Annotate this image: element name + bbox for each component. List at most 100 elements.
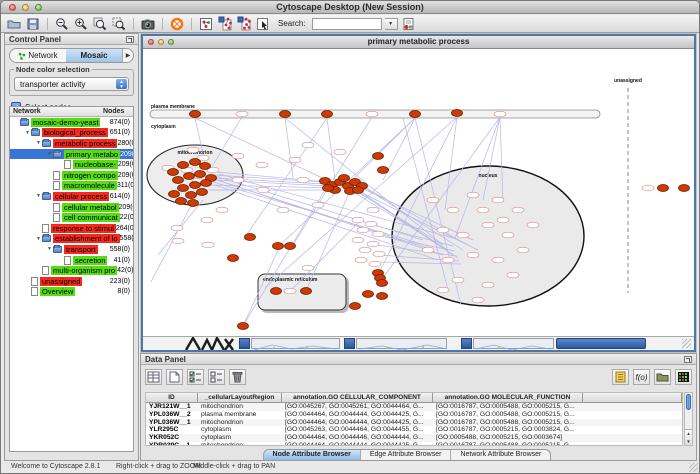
table-row[interactable]: YKR052Ccytoplasm[GO:0044464, GO:0044446,… — [146, 434, 682, 442]
table-cell[interactable]: [GO:0045267, GO:0045261, GO:0044464, G..… — [282, 403, 433, 411]
label-node[interactable] — [236, 111, 248, 117]
label-node[interactable] — [357, 227, 369, 233]
gene-node[interactable] — [190, 111, 201, 118]
delete-attribute-icon[interactable] — [229, 369, 246, 385]
table-cell[interactable]: [GO:0016787, GO:0005488, GO:0005215, G..… — [433, 442, 583, 446]
tree-row[interactable]: cellular metabol209(0) — [10, 202, 133, 213]
tab-overflow-arrow-icon[interactable]: ▶ — [122, 49, 133, 62]
label-node[interactable] — [216, 207, 228, 213]
gene-node[interactable] — [168, 169, 179, 176]
gene-node[interactable] — [195, 171, 206, 178]
label-node[interactable] — [202, 242, 214, 248]
label-node[interactable] — [334, 149, 346, 155]
gene-node[interactable] — [658, 185, 669, 192]
label-node[interactable] — [437, 227, 449, 233]
gene-node[interactable] — [245, 234, 256, 241]
tree-expand-icon[interactable]: ▼ — [46, 151, 53, 157]
column-region[interactable]: _cellularLayoutRegion — [198, 393, 282, 403]
tab-network[interactable]: Network — [10, 49, 66, 62]
label-node[interactable] — [171, 225, 183, 231]
label-node[interactable] — [492, 257, 504, 263]
gene-node[interactable] — [178, 185, 189, 192]
gene-node[interactable] — [201, 180, 212, 187]
label-node[interactable] — [507, 272, 519, 278]
tree-row[interactable]: ▼metabolic process280(0) — [10, 138, 133, 149]
gene-node[interactable] — [184, 173, 195, 180]
select-attributes-icon[interactable] — [187, 369, 204, 385]
gene-node[interactable] — [173, 177, 184, 184]
label-node[interactable] — [372, 231, 384, 237]
label-node[interactable] — [427, 197, 439, 203]
label-node[interactable] — [367, 241, 379, 247]
gene-node[interactable] — [301, 288, 312, 295]
label-node[interactable] — [437, 287, 449, 293]
label-node[interactable] — [172, 238, 184, 244]
label-node[interactable] — [467, 252, 479, 258]
label-node[interactable] — [482, 282, 494, 288]
table-cell[interactable]: [GO:0044464, GO:0044444, GO:0044425, G..… — [282, 411, 433, 419]
table-cell[interactable]: [GO:0016787, GO:0005488, GO:0005215, G..… — [433, 403, 583, 411]
attribute-table-header[interactable]: ID _cellularLayoutRegion annotation.GO C… — [146, 393, 682, 403]
gene-node[interactable] — [280, 111, 291, 118]
gene-node[interactable] — [178, 162, 189, 169]
zoom-region-icon[interactable] — [111, 16, 127, 32]
table-scrollbar[interactable]: ▲▼ — [684, 392, 693, 446]
label-node[interactable] — [366, 111, 378, 117]
table-cell[interactable]: cytoplasm — [198, 426, 282, 434]
label-node[interactable] — [289, 157, 301, 163]
label-node[interactable] — [447, 207, 459, 213]
tree-expand-icon[interactable]: ▼ — [46, 246, 53, 252]
label-node[interactable] — [297, 177, 309, 183]
attribute-table[interactable]: ID _cellularLayoutRegion annotation.GO C… — [145, 392, 683, 446]
gene-node[interactable] — [169, 191, 180, 198]
unselect-attributes-icon[interactable] — [208, 369, 225, 385]
tab-edge-attribute-browser[interactable]: Edge Attribute Browser — [361, 450, 452, 460]
label-node[interactable] — [517, 247, 529, 253]
label-node[interactable] — [494, 111, 506, 117]
minimized-window-icon[interactable] — [344, 338, 355, 349]
label-node[interactable] — [477, 207, 489, 213]
layout-network-icon[interactable] — [236, 16, 252, 32]
scrollbar-arrows[interactable]: ▲▼ — [685, 429, 692, 445]
gene-node[interactable] — [363, 291, 374, 298]
gene-node[interactable] — [353, 187, 364, 194]
new-attribute-icon[interactable] — [166, 369, 183, 385]
label-node[interactable] — [201, 217, 213, 223]
scrollbar-thumb[interactable] — [686, 394, 691, 410]
table-cell[interactable]: mitochondrion — [198, 403, 282, 411]
import-attributes-icon[interactable] — [654, 369, 671, 385]
search-dropdown-icon[interactable]: ▼ — [385, 18, 398, 30]
gene-node[interactable] — [377, 293, 388, 300]
label-node[interactable] — [277, 207, 289, 213]
gene-node[interactable] — [410, 111, 421, 118]
network-tree-header[interactable]: Network Nodes — [10, 107, 133, 117]
label-node[interactable] — [302, 265, 314, 271]
table-cell[interactable]: cytoplasm — [198, 434, 282, 442]
label-node[interactable] — [232, 153, 244, 159]
table-cell[interactable]: YLR295C — [146, 426, 198, 434]
gene-node[interactable] — [190, 182, 201, 189]
tree-row[interactable]: nucleobase-209(0) — [10, 159, 133, 170]
column-id[interactable]: ID — [146, 393, 198, 403]
gene-node[interactable] — [350, 303, 361, 310]
tree-expand-icon[interactable]: ▼ — [35, 140, 42, 146]
gene-node[interactable] — [200, 163, 211, 170]
tree-row[interactable]: multi-organism pro42(0) — [10, 265, 133, 276]
label-node[interactable] — [256, 162, 268, 168]
tree-expand-icon[interactable]: ▼ — [35, 193, 42, 199]
tree-row[interactable]: ▼establishment of lo558(0) — [10, 234, 133, 245]
tree-row[interactable]: secretion41(0) — [10, 255, 133, 266]
open-icon[interactable] — [6, 16, 22, 32]
label-node[interactable] — [365, 221, 377, 227]
table-cell[interactable]: YDR039C__1 — [146, 442, 198, 446]
gene-node[interactable] — [176, 198, 187, 205]
table-cell[interactable]: [GO:0044464, GO:0044444, GO:0044425, G..… — [282, 442, 433, 446]
network-canvas[interactable]: plasma membrane cytoplasm mitochondrion … — [143, 50, 694, 336]
tab-mosaic[interactable]: Mosaic — [66, 49, 122, 62]
table-row[interactable]: YPL036W__1mitochondrion[GO:0044464, GO:0… — [146, 419, 682, 427]
tree-row[interactable]: Overview8(0) — [10, 287, 133, 298]
label-node[interactable] — [527, 222, 539, 228]
zoom-out-icon[interactable] — [54, 16, 70, 32]
tree-row[interactable]: ▼primary metabo209(... — [10, 149, 133, 160]
label-node[interactable] — [373, 251, 385, 257]
